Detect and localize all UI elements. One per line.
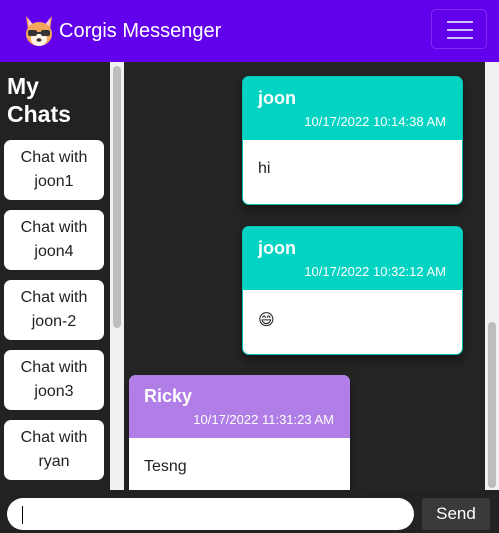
message-input[interactable] [7, 498, 414, 530]
message-timestamp: 10/17/2022 10:14:38 AM [304, 114, 446, 129]
message-card: joon 10/17/2022 10:32:12 AM 😄 [242, 226, 463, 355]
chat-item-joon-2[interactable]: Chat with joon-2 [4, 280, 104, 340]
message-header: joon 10/17/2022 10:14:38 AM [243, 77, 462, 140]
message-timestamp: 10/17/2022 11:31:23 AM [193, 412, 334, 427]
composer: Send [0, 490, 499, 533]
corgi-logo-icon [26, 16, 52, 46]
scrollbar-thumb[interactable] [488, 322, 496, 488]
send-button[interactable]: Send [422, 498, 490, 530]
message-card: Ricky 10/17/2022 11:31:23 AM Tesng [129, 375, 350, 490]
message-text: hi [258, 160, 271, 177]
brand[interactable]: Corgis Messenger [22, 14, 221, 48]
sidebar-heading: My Chats [7, 73, 71, 127]
hamburger-icon [447, 21, 473, 23]
message-header: joon 10/17/2022 10:32:12 AM [243, 227, 462, 290]
chat-sidebar: My Chats Chat with joon1 Chat with joon4… [0, 62, 110, 490]
navbar: Corgis Messenger [0, 0, 499, 62]
chat-item-joon3[interactable]: Chat with joon3 [4, 350, 104, 410]
messages-scrollbar[interactable] [485, 62, 499, 490]
message-text: Tesng [144, 458, 187, 475]
chat-item-joon1[interactable]: Chat with joon1 [4, 140, 104, 200]
chat-item-ryan[interactable]: Chat with ryan [4, 420, 104, 480]
message-card: joon 10/17/2022 10:14:38 AM hi [242, 76, 463, 205]
text-caret [22, 506, 23, 524]
chat-item-joon4[interactable]: Chat with joon4 [4, 210, 104, 270]
message-text: 😄 [258, 312, 275, 329]
message-list: joon 10/17/2022 10:14:38 AM hi joon 10/1… [124, 62, 485, 490]
message-sender: joon [258, 88, 296, 108]
message-sender: joon [258, 238, 296, 258]
hamburger-icon [447, 29, 473, 31]
hamburger-icon [447, 37, 473, 39]
menu-toggle-button[interactable] [431, 9, 487, 49]
app-title: Corgis Messenger [59, 19, 222, 42]
scrollbar-thumb[interactable] [113, 66, 121, 328]
sidebar-scrollbar[interactable] [110, 62, 124, 490]
message-sender: Ricky [144, 386, 193, 406]
message-timestamp: 10/17/2022 10:32:12 AM [304, 264, 446, 279]
message-header: Ricky 10/17/2022 11:31:23 AM [129, 375, 350, 438]
